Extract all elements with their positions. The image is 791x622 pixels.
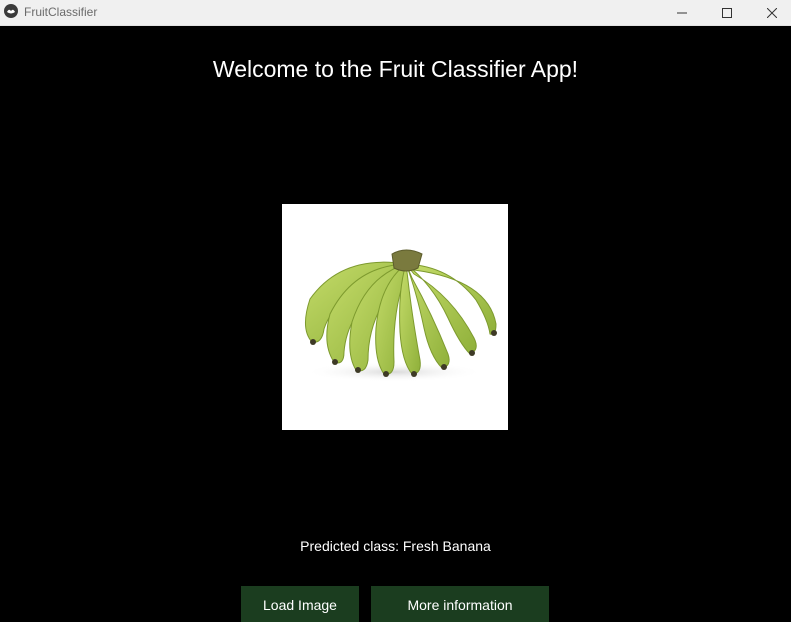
close-icon xyxy=(766,7,777,18)
app-window: FruitClassifier Welcome to the Fruit Cla… xyxy=(0,0,791,622)
app-logo-icon xyxy=(4,4,18,18)
minimize-icon xyxy=(676,12,687,13)
minimize-button[interactable] xyxy=(659,0,704,25)
title-bar[interactable]: FruitClassifier xyxy=(0,0,791,26)
window-title: FruitClassifier xyxy=(24,5,98,19)
maximize-icon xyxy=(721,7,732,18)
close-button[interactable] xyxy=(749,0,791,25)
load-image-button[interactable]: Load Image xyxy=(241,586,359,622)
fruit-image xyxy=(282,204,508,430)
prediction-label: Predicted class: Fresh Banana xyxy=(300,538,491,554)
more-information-button[interactable]: More information xyxy=(371,586,549,622)
welcome-heading: Welcome to the Fruit Classifier App! xyxy=(212,56,579,82)
banana-image xyxy=(304,249,497,382)
maximize-button[interactable] xyxy=(704,0,749,25)
